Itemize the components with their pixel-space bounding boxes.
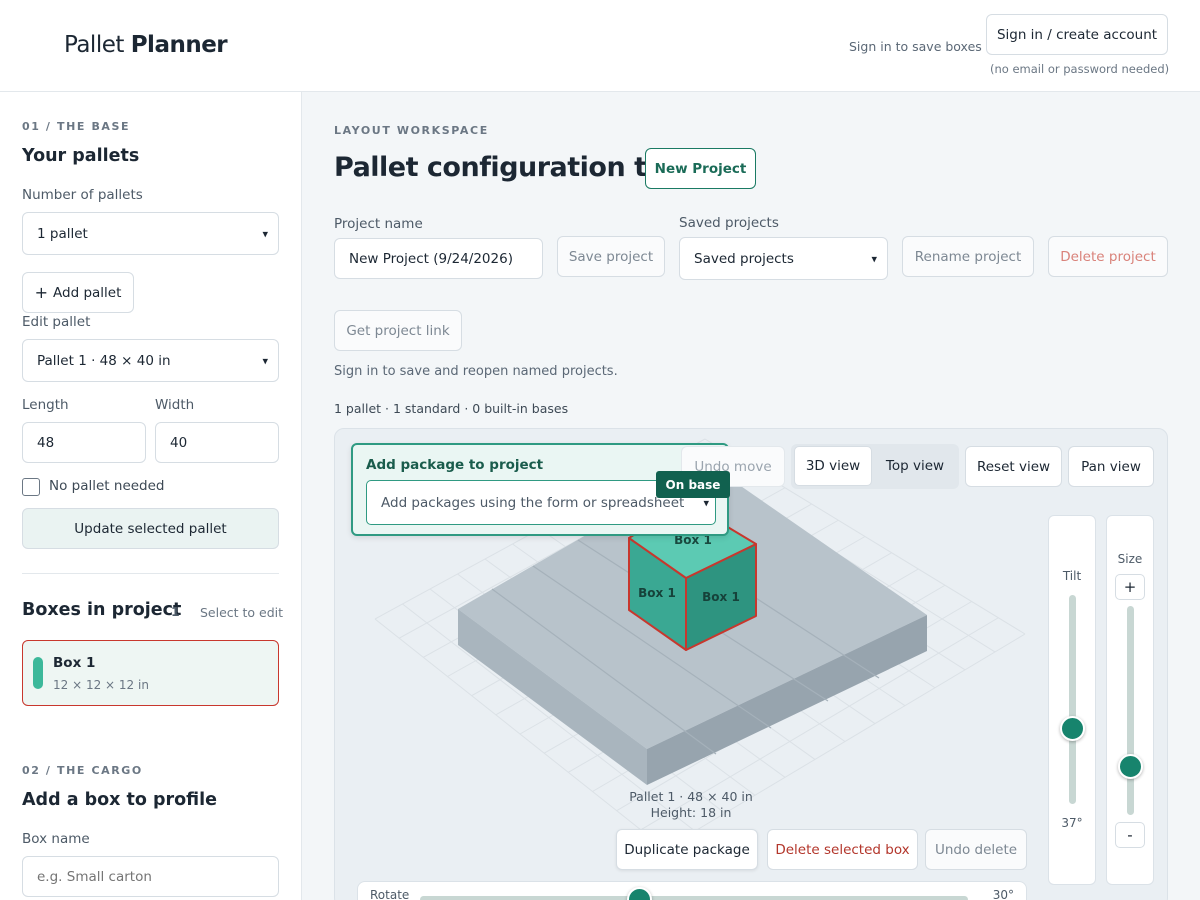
view-top-button[interactable]: Top view: [875, 446, 955, 486]
rotate-slider-panel: Rotate 30°: [357, 881, 1027, 900]
size-slider-track[interactable]: [1127, 606, 1134, 815]
box-name-input[interactable]: [22, 856, 279, 897]
num-pallets-select[interactable]: 1 pallet ▾: [22, 212, 279, 255]
tilt-slider-panel: Tilt 37°: [1048, 515, 1096, 885]
get-project-link-button[interactable]: Get project link: [334, 310, 462, 351]
project-name-label: Project name: [334, 216, 423, 232]
zoom-in-button[interactable]: +: [1115, 574, 1145, 600]
saved-projects-select[interactable]: Saved projects ▾: [679, 237, 888, 280]
box-name-label: Box name: [22, 831, 90, 847]
zoom-out-button[interactable]: -: [1115, 822, 1145, 848]
app-logo[interactable]: Pallet Planner: [64, 32, 228, 58]
no-pallet-label: No pallet needed: [49, 478, 165, 494]
box-name: Box 1: [53, 655, 96, 671]
chevron-down-icon: ▾: [262, 354, 268, 367]
project-name-input[interactable]: New Project (9/24/2026): [334, 238, 543, 279]
box-list-item[interactable]: Box 1 12 × 12 × 12 in: [22, 640, 279, 706]
reset-view-button[interactable]: Reset view: [965, 446, 1062, 487]
tilt-slider-handle[interactable]: [1060, 716, 1085, 742]
delete-project-button[interactable]: Delete project: [1048, 236, 1168, 277]
add-package-title: Add package to project: [366, 457, 544, 473]
box-color-swatch: [33, 657, 43, 689]
edit-pallet-select[interactable]: Pallet 1 · 48 × 40 in ▾: [22, 339, 279, 382]
layout-workspace[interactable]: Box 1 Box 1 Box 1 Add package to project…: [334, 428, 1168, 900]
size-slider-handle[interactable]: [1118, 754, 1143, 780]
save-project-button[interactable]: Save project: [557, 236, 665, 277]
view-toggle: 3D view Top view: [791, 444, 959, 489]
add-pallet-button[interactable]: + Add pallet: [22, 272, 134, 313]
saved-projects-label: Saved projects: [679, 215, 779, 231]
duplicate-package-button[interactable]: Duplicate package: [616, 829, 758, 870]
box-label-front: Box 1: [638, 586, 676, 600]
project-summary: 1 pallet · 1 standard · 0 built-in bases: [334, 401, 569, 416]
size-label: Size: [1117, 552, 1143, 566]
rotate-label: Rotate: [370, 888, 410, 900]
length-input[interactable]: 48: [22, 422, 146, 463]
page-title: Pallet configuration tool: [334, 152, 692, 183]
length-label: Length: [22, 397, 69, 413]
box-label-side: Box 1: [702, 590, 740, 604]
undo-delete-button[interactable]: Undo delete: [925, 829, 1027, 870]
cargo-eyebrow: 02 / THE CARGO: [22, 764, 143, 777]
pallets-heading: Your pallets: [22, 146, 140, 166]
size-slider-panel: Size + -: [1106, 515, 1154, 885]
signin-hint: Sign in to save boxes: [849, 39, 982, 54]
cargo-heading: Add a box to profile: [22, 790, 218, 810]
tilt-slider-track[interactable]: [1069, 595, 1076, 804]
view-3d-button[interactable]: 3D view: [794, 446, 872, 486]
width-input[interactable]: 40: [155, 422, 279, 463]
pan-view-button[interactable]: Pan view: [1068, 446, 1154, 487]
chevron-down-icon: ▾: [871, 252, 877, 265]
new-project-button[interactable]: New Project: [645, 148, 756, 189]
rotate-slider-track[interactable]: [420, 896, 968, 900]
chevron-down-icon: ▾: [262, 227, 268, 240]
section-divider: [22, 573, 279, 574]
update-pallet-button[interactable]: Update selected pallet: [22, 508, 279, 549]
rename-project-button[interactable]: Rename project: [902, 236, 1034, 277]
tilt-value: 37°: [1061, 816, 1083, 830]
rotate-value: 30°: [992, 888, 1014, 900]
sidebar: 01 / THE BASE Your pallets Number of pal…: [0, 92, 302, 900]
signin-button[interactable]: Sign in / create account: [986, 14, 1168, 55]
app-header: Pallet Planner Sign in to save boxes Sig…: [0, 0, 1200, 92]
tilt-label: Tilt: [1062, 569, 1082, 583]
edit-pallet-label: Edit pallet: [22, 314, 91, 330]
base-eyebrow: 01 / THE BASE: [22, 120, 131, 133]
workspace-eyebrow: LAYOUT WORKSPACE: [334, 124, 489, 137]
delete-selected-box-button[interactable]: Delete selected box: [767, 829, 918, 870]
signin-note: (no email or password needed): [990, 62, 1170, 76]
boxes-hint: Select to edit: [200, 605, 284, 620]
boxes-count-badge: 1: [171, 604, 180, 619]
no-pallet-checkbox[interactable]: [22, 478, 40, 496]
rotate-slider-handle[interactable]: [626, 887, 652, 900]
box-dims: 12 × 12 × 12 in: [53, 678, 149, 692]
plus-icon: +: [34, 283, 49, 302]
num-pallets-label: Number of pallets: [22, 187, 143, 203]
pallet-info-label: Pallet 1 · 48 × 40 in Height: 18 in: [629, 789, 753, 820]
save-hint: Sign in to save and reopen named project…: [334, 364, 618, 379]
width-label: Width: [155, 397, 195, 413]
boxes-heading: Boxes in project: [22, 600, 182, 620]
on-base-badge: On base: [656, 471, 730, 498]
